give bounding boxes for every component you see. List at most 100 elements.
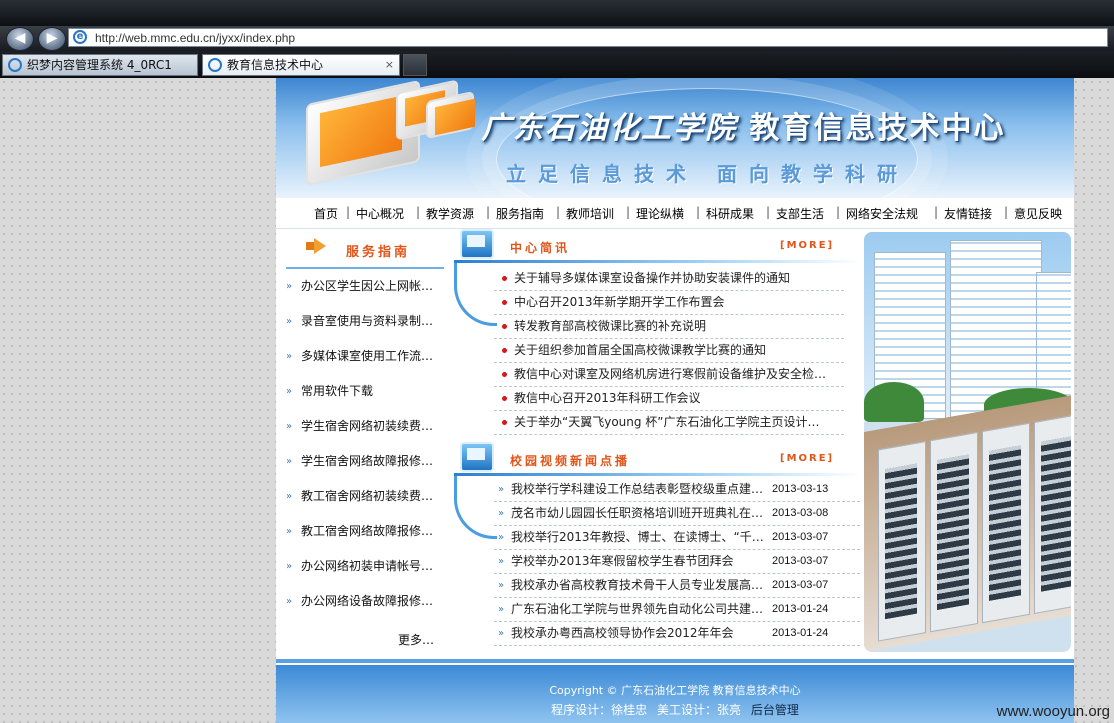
menu-separator: | (836, 205, 841, 219)
menu-separator: | (346, 205, 351, 219)
tab-dedecms[interactable]: 织梦内容管理系统 4_0RC1 (2, 54, 198, 76)
menu-research[interactable]: 科研成果 (706, 205, 754, 222)
monitor-icon (460, 229, 494, 259)
video-news-more-button[interactable]: [MORE] (780, 453, 834, 464)
video-news-list: 我校举行学科建设工作总结表彰暨校级重点建… 2013-03-13 茂名市幼儿园园长… (494, 478, 860, 646)
tab-edu-center[interactable]: 教育信息技术中心 × (202, 54, 400, 76)
service-link[interactable]: 教工宿舍网络故障报修… (286, 514, 444, 549)
menu-links[interactable]: 友情链接 (944, 205, 992, 222)
video-title[interactable]: 茂名市幼儿园园长任职资格培训班开班典礼在… (511, 506, 763, 520)
new-tab-button[interactable] (403, 54, 427, 76)
video-title[interactable]: 我校举行2013年教授、博士、在读博士、“千… (511, 530, 764, 544)
video-item[interactable]: 茂名市幼儿园园长任职资格培训班开班典礼在… 2013-03-08 (494, 502, 860, 526)
news-item[interactable]: 关于组织参加首届全国高校微课教学比赛的通知 (494, 339, 844, 363)
menu-service-guide[interactable]: 服务指南 (496, 205, 544, 222)
ie-tab-icon (8, 58, 22, 72)
menu-separator: | (486, 205, 491, 219)
footer-divider (276, 659, 1074, 663)
menu-separator: | (416, 205, 421, 219)
menu-theory[interactable]: 理论纵横 (636, 205, 684, 222)
news-item[interactable]: 教信中心召开2013年科研工作会议 (494, 387, 844, 411)
video-title[interactable]: 学校举办2013年寒假留校学生春节团拜会 (511, 554, 734, 568)
service-guide-panel: 服务指南 办公区学生因公上网帐… 录音室使用与资料录制… 多媒体课室使用工作流…… (286, 233, 444, 647)
center-news-panel: 中心简讯 [MORE] 关于辅导多媒体课室设备操作并协助安装课件的通知 中心召开… (454, 229, 862, 646)
menu-home[interactable]: 首页 (314, 205, 338, 222)
ie-tab-icon (208, 58, 222, 72)
server-rack (982, 422, 1030, 624)
menu-overview[interactable]: 中心概况 (356, 205, 404, 222)
service-link[interactable]: 办公区学生因公上网帐… (286, 269, 444, 304)
menu-separator: | (556, 205, 561, 219)
address-url[interactable]: http://web.mmc.edu.cn/jyxx/index.php (95, 31, 295, 45)
video-title[interactable]: 我校承办省高校教育技术骨干人员专业发展高… (511, 578, 763, 592)
server-rack (1034, 413, 1071, 615)
menu-resources[interactable]: 教学资源 (426, 205, 474, 222)
close-tab-icon[interactable]: × (385, 55, 394, 75)
menu-separator: | (766, 205, 771, 219)
news-item[interactable]: 关于举办“天翼飞young 杯”广东石油化工学院主页设计… (494, 411, 844, 435)
news-item[interactable]: 转发教育部高校微课比赛的补充说明 (494, 315, 844, 339)
site-banner: 广东石油化工学院 教育信息技术中心 立足信息技术 面向教学科研 (276, 78, 1074, 198)
menu-separator: | (626, 205, 631, 219)
menu-separator: | (934, 205, 939, 219)
video-date: 2013-03-07 (772, 555, 829, 567)
service-link[interactable]: 教工宿舍网络初装续费… (286, 479, 444, 514)
campus-photo (864, 232, 1071, 652)
video-title[interactable]: 广东石油化工学院与世界领先自动化公司共建… (511, 602, 763, 616)
banner-title: 广东石油化工学院 教育信息技术中心 (481, 103, 1005, 147)
page-viewport: 广东石油化工学院 教育信息技术中心 立足信息技术 面向教学科研 首页 | 中心概… (0, 78, 1114, 723)
service-link[interactable]: 多媒体课室使用工作流… (286, 339, 444, 374)
video-date: 2013-03-07 (772, 531, 829, 543)
megaphone-icon (306, 238, 328, 254)
service-link[interactable]: 学生宿舍网络故障报修… (286, 444, 444, 479)
tab-label: 织梦内容管理系统 4_0RC1 (27, 58, 172, 72)
center-news-more-button[interactable]: [MORE] (780, 240, 834, 251)
video-item[interactable]: 我校举行学科建设工作总结表彰暨校级重点建… 2013-03-13 (494, 478, 860, 502)
center-news-title: 中心简讯 (510, 241, 571, 255)
service-guide-title: 服务指南 (346, 245, 411, 260)
video-date: 2013-01-24 (772, 627, 829, 639)
address-bar[interactable]: e http://web.mmc.edu.cn/jyxx/index.php (68, 28, 1108, 47)
menu-feedback[interactable]: 意见反映 (1014, 205, 1062, 222)
video-date: 2013-01-24 (772, 603, 829, 615)
service-link[interactable]: 常用软件下载 (286, 374, 444, 409)
menu-separator: | (1004, 205, 1009, 219)
tree-shape (864, 382, 924, 422)
video-icon (460, 442, 494, 472)
main-menu: 首页 | 中心概况 | 教学资源 | 服务指南 | 教师培训 | 理论纵横 | … (276, 198, 1074, 229)
video-date: 2013-03-13 (772, 483, 829, 495)
video-title[interactable]: 我校承办粤西高校领导协作会2012年年会 (511, 626, 734, 640)
admin-link[interactable]: 后台管理 (751, 703, 799, 717)
site-page: 广东石油化工学院 教育信息技术中心 立足信息技术 面向教学科研 首页 | 中心概… (276, 78, 1074, 723)
menu-branch[interactable]: 支部生活 (776, 205, 824, 222)
service-link[interactable]: 学生宿舍网络初装续费… (286, 409, 444, 444)
news-item[interactable]: 关于辅导多媒体课室设备操作并协助安装课件的通知 (494, 267, 844, 291)
video-title[interactable]: 我校举行学科建设工作总结表彰暨校级重点建… (511, 482, 763, 496)
video-item[interactable]: 我校举行2013年教授、博士、在读博士、“千… 2013-03-07 (494, 526, 860, 550)
site-footer: Copyright © 广东石油化工学院 教育信息技术中心 程序设计：徐桂忠 美… (276, 659, 1074, 723)
menu-separator: | (696, 205, 701, 219)
tab-strip: 织梦内容管理系统 4_0RC1 教育信息技术中心 × (0, 51, 1114, 78)
ie-page-icon: e (73, 30, 87, 44)
server-rack (878, 441, 926, 642)
service-link[interactable]: 办公网络初装申请帐号… (286, 549, 444, 584)
center-name: 教育信息技术中心 (749, 111, 1006, 146)
menu-security-law[interactable]: 网络安全法规 (846, 205, 918, 222)
news-item[interactable]: 教信中心对课室及网络机房进行寒假前设备维护及安全检… (494, 363, 844, 387)
service-link[interactable]: 办公网络设备故障报修… (286, 584, 444, 619)
news-item[interactable]: 中心召开2013年新学期开学工作布置会 (494, 291, 844, 315)
footer-art-credit: 美工设计：张亮 (656, 703, 741, 717)
video-item[interactable]: 我校承办省高校教育技术骨干人员专业发展高… 2013-03-07 (494, 574, 860, 598)
banner-slogan: 立足信息技术 面向教学科研 (506, 162, 909, 186)
decorative-curve (454, 476, 497, 539)
video-item[interactable]: 广东石油化工学院与世界领先自动化公司共建… 2013-01-24 (494, 598, 860, 622)
video-item[interactable]: 学校举办2013年寒假留校学生春节团拜会 2013-03-07 (494, 550, 860, 574)
watermark: www.wooyun.org (996, 703, 1110, 720)
menu-training[interactable]: 教师培训 (566, 205, 614, 222)
back-button[interactable]: ◀ (6, 27, 34, 51)
service-link[interactable]: 录音室使用与资料录制… (286, 304, 444, 339)
forward-button[interactable]: ▶ (38, 27, 66, 51)
service-more-link[interactable]: 更多… (398, 631, 434, 648)
center-news-list: 关于辅导多媒体课室设备操作并协助安装课件的通知 中心召开2013年新学期开学工作… (494, 267, 844, 435)
video-item[interactable]: 我校承办粤西高校领导协作会2012年年会 2013-01-24 (494, 622, 860, 646)
